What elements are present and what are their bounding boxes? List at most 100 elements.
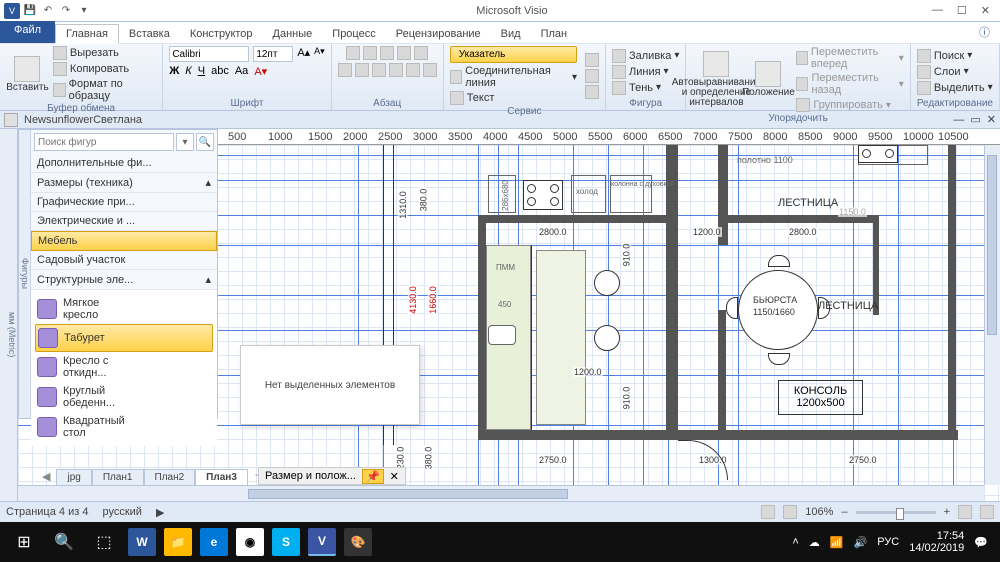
tab-home[interactable]: Главная: [55, 24, 119, 44]
copy-button[interactable]: Копировать: [53, 62, 156, 76]
zoom-slider[interactable]: [856, 511, 936, 514]
taskbar-chrome-icon[interactable]: ◉: [236, 528, 264, 556]
align-right-icon[interactable]: [372, 63, 386, 77]
text-case-button[interactable]: Aa: [235, 65, 248, 78]
tray-onedrive-icon[interactable]: ☁: [809, 536, 820, 549]
shape-category[interactable]: Дополнительные фи...: [31, 154, 217, 173]
shape-category[interactable]: Садовый участок: [31, 251, 217, 270]
strikethrough-button[interactable]: abc: [211, 65, 229, 78]
fullscreen-icon[interactable]: [980, 505, 994, 519]
close-button[interactable]: ✕: [981, 4, 990, 17]
tray-language[interactable]: РУС: [877, 536, 899, 548]
zoom-out-icon[interactable]: –: [841, 506, 847, 518]
line-button[interactable]: Линия ▾: [612, 65, 679, 79]
save-icon[interactable]: 💾: [22, 3, 38, 19]
find-button[interactable]: Поиск ▾: [917, 49, 993, 63]
position-button[interactable]: Положение: [744, 61, 792, 98]
taskbar-edge-icon[interactable]: e: [200, 528, 228, 556]
window-min-icon[interactable]: —: [953, 114, 964, 126]
shape-item[interactable]: Кресло соткидн...: [35, 352, 213, 382]
taskbar-word-icon[interactable]: W: [128, 528, 156, 556]
ellipse-tool-icon[interactable]: [585, 69, 599, 83]
shapes-panel-tab[interactable]: Фигуры: [19, 130, 31, 418]
window-restore-icon[interactable]: ▭: [970, 113, 980, 126]
select-button[interactable]: Выделить ▾: [917, 81, 993, 95]
fit-page-icon[interactable]: [958, 505, 972, 519]
font-name-select[interactable]: [169, 46, 249, 62]
bring-forward-button[interactable]: Переместить вперед ▾: [796, 46, 903, 70]
zoom-level[interactable]: 106%: [805, 506, 833, 518]
tab-view[interactable]: Вид: [491, 25, 531, 43]
shrink-font-icon[interactable]: A▾: [314, 46, 325, 62]
task-view-button[interactable]: ⬚: [84, 522, 124, 562]
underline-button[interactable]: Ч: [198, 65, 205, 78]
tab-process[interactable]: Процесс: [322, 25, 385, 43]
prev-page-icon[interactable]: ◀: [36, 468, 56, 485]
autoalign-button[interactable]: Автовыравнивание и определение интервало…: [692, 51, 740, 108]
shape-item[interactable]: Квадратныйстол: [35, 412, 213, 442]
taskbar-explorer-icon[interactable]: 📁: [164, 528, 192, 556]
tray-up-icon[interactable]: ˄: [792, 536, 798, 548]
page-tab[interactable]: jpg: [56, 469, 91, 485]
zoom-in-icon[interactable]: +: [944, 506, 950, 518]
help-icon[interactable]: ⓘ: [969, 21, 1000, 43]
shape-category-furniture[interactable]: Мебель: [31, 231, 217, 251]
tab-insert[interactable]: Вставка: [119, 25, 180, 43]
tray-notifications-icon[interactable]: 💬: [974, 536, 988, 549]
tray-clock[interactable]: 17:5414/02/2019: [909, 530, 964, 554]
page-tab[interactable]: План2: [144, 469, 196, 485]
page-tab-active[interactable]: План3: [195, 469, 248, 485]
file-tab[interactable]: Файл: [0, 21, 55, 43]
view-normal-icon[interactable]: [761, 505, 775, 519]
format-painter-button[interactable]: Формат по образцу: [53, 78, 156, 102]
tray-network-icon[interactable]: 📶: [830, 536, 844, 549]
vertical-scrollbar[interactable]: [984, 145, 1000, 485]
search-icon[interactable]: 🔍: [196, 133, 214, 151]
shape-item[interactable]: Мягкоекресло: [35, 294, 213, 324]
send-backward-button[interactable]: Переместить назад ▾: [796, 72, 903, 96]
tray-volume-icon[interactable]: 🔊: [854, 536, 868, 549]
cut-button[interactable]: Вырезать: [53, 46, 156, 60]
minimize-button[interactable]: —: [932, 4, 943, 17]
italic-button[interactable]: К: [185, 65, 191, 78]
indent-dec-icon[interactable]: [406, 63, 420, 77]
start-button[interactable]: ⊞: [4, 522, 44, 562]
orientation-icon[interactable]: [397, 46, 411, 60]
taskbar-skype-icon[interactable]: S: [272, 528, 300, 556]
pin-icon[interactable]: 📌: [362, 469, 384, 484]
shape-item[interactable]: Круглыйобеденн...: [35, 382, 213, 412]
paste-button[interactable]: Вставить: [6, 56, 49, 93]
doc-icon[interactable]: [4, 113, 18, 127]
view-full-icon[interactable]: [783, 505, 797, 519]
font-size-select[interactable]: [253, 46, 293, 62]
connector-tool-button[interactable]: Cоединительная линия ▾: [450, 65, 577, 89]
window-close-icon[interactable]: ✕: [987, 113, 996, 126]
search-dropdown-icon[interactable]: ▾: [176, 133, 194, 151]
bullets-icon[interactable]: [389, 63, 403, 77]
qat-dropdown-icon[interactable]: ▾: [76, 3, 92, 19]
line-tool-icon[interactable]: [585, 85, 599, 99]
page-tab[interactable]: План1: [92, 469, 144, 485]
shape-category[interactable]: Размеры (техника)▴: [31, 173, 217, 193]
shape-category[interactable]: Электрические и ...: [31, 212, 217, 231]
grow-font-icon[interactable]: A▴: [297, 46, 310, 62]
text-tool-button[interactable]: Текст: [450, 91, 577, 105]
language-status[interactable]: русский: [102, 506, 141, 519]
text-direction-icon[interactable]: [414, 46, 428, 60]
close-panel-icon[interactable]: ✕: [390, 470, 399, 483]
shapes-search-input[interactable]: [34, 133, 174, 151]
pointer-tool-button[interactable]: Указатель: [450, 46, 577, 63]
align-bottom-icon[interactable]: [380, 46, 394, 60]
horizontal-scrollbar[interactable]: [18, 485, 984, 501]
bold-button[interactable]: Ж: [169, 65, 179, 78]
rect-tool-icon[interactable]: [585, 53, 599, 67]
tab-data[interactable]: Данные: [263, 25, 323, 43]
shadow-button[interactable]: Тень ▾: [612, 81, 679, 95]
align-middle-icon[interactable]: [363, 46, 377, 60]
tab-plan[interactable]: План: [531, 25, 578, 43]
tab-review[interactable]: Рецензирование: [386, 25, 491, 43]
taskbar-paint-icon[interactable]: 🎨: [344, 528, 372, 556]
redo-icon[interactable]: ↷: [58, 3, 74, 19]
align-center-icon[interactable]: [355, 63, 369, 77]
size-position-tab[interactable]: Размер и полож... 📌 ✕: [258, 467, 406, 485]
